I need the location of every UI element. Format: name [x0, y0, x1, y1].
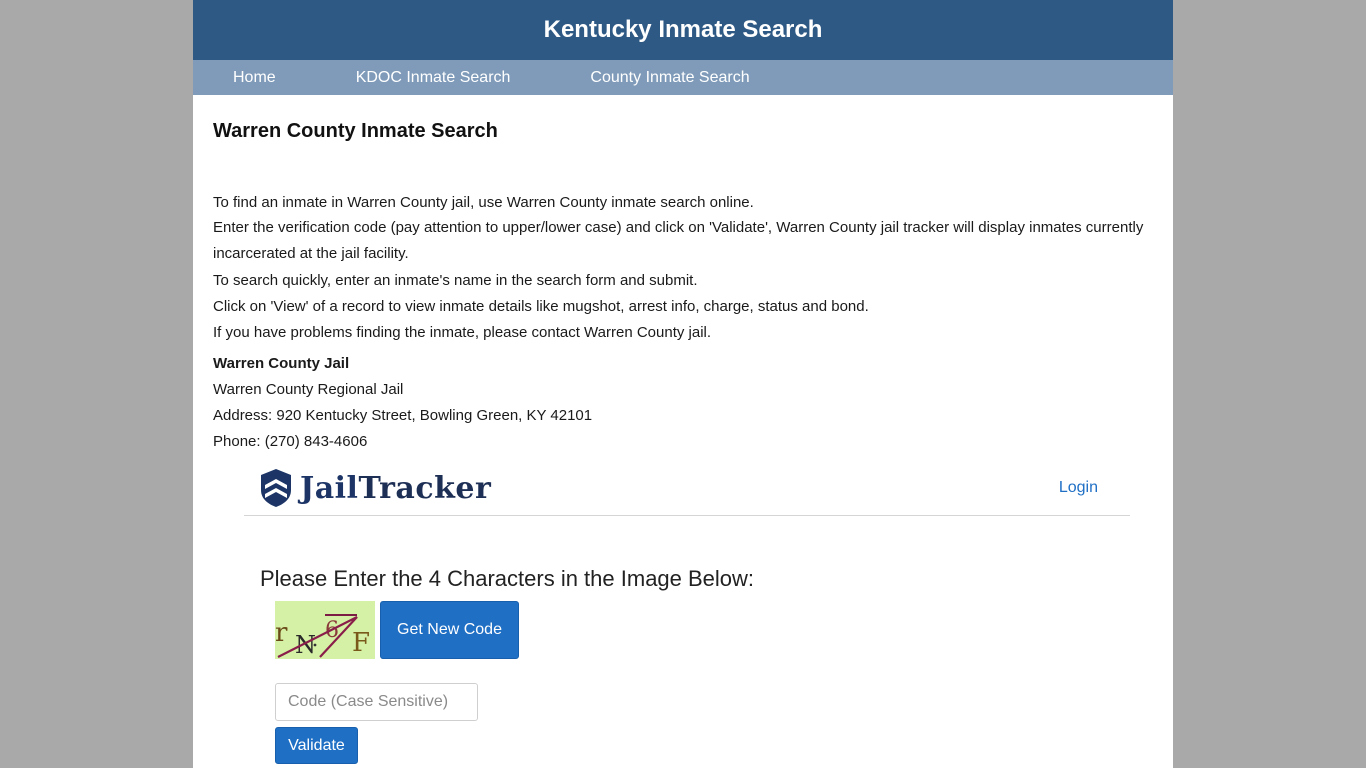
jailtracker-embed: JailTracker Login Please Enter the 4 Cha… [244, 462, 1130, 768]
search-tip-paragraph: To search quickly, enter an inmate's nam… [213, 272, 698, 289]
shield-icon [261, 469, 291, 507]
jail-phone: Phone: (270) 843-4606 [213, 433, 368, 450]
instructions-paragraph: Enter the verification code (pay attenti… [213, 219, 1144, 262]
nav-item-home[interactable]: Home [233, 69, 276, 87]
main-nav: Home KDOC Inmate Search County Inmate Se… [193, 60, 1173, 95]
code-input[interactable] [275, 683, 478, 721]
captcha-char: r [275, 618, 288, 648]
site-title: Kentucky Inmate Search [543, 16, 823, 43]
captcha-char: F [352, 628, 370, 658]
nav-item-kdoc-inmate-search[interactable]: KDOC Inmate Search [356, 69, 511, 87]
header-divider [244, 515, 1130, 516]
site-header: Kentucky Inmate Search [193, 0, 1173, 60]
jail-heading: Warren County Jail [213, 355, 350, 372]
captcha-char: N [295, 631, 316, 659]
jailtracker-wordmark: JailTracker [300, 470, 492, 506]
nav-item-county-inmate-search[interactable]: County Inmate Search [590, 69, 749, 87]
intro-paragraph: To find an inmate in Warren County jail,… [213, 194, 754, 211]
jailtracker-logo[interactable]: JailTracker [260, 468, 491, 508]
page-container: Kentucky Inmate Search Home KDOC Inmate … [193, 0, 1173, 768]
jail-address: Address: 920 Kentucky Street, Bowling Gr… [213, 407, 593, 424]
validate-button[interactable]: Validate [275, 727, 358, 764]
get-new-code-button[interactable]: Get New Code [380, 601, 519, 659]
captcha-image: r N 6 F [275, 601, 375, 659]
captcha-prompt: Please Enter the 4 Characters in the Ima… [260, 566, 755, 591]
view-tip-paragraph: Click on 'View' of a record to view inma… [213, 298, 869, 315]
jail-facility-name: Warren County Regional Jail [213, 381, 404, 398]
login-link[interactable]: Login [1059, 479, 1098, 497]
page-title: Warren County Inmate Search [213, 120, 498, 142]
contact-paragraph: If you have problems finding the inmate,… [213, 324, 712, 341]
